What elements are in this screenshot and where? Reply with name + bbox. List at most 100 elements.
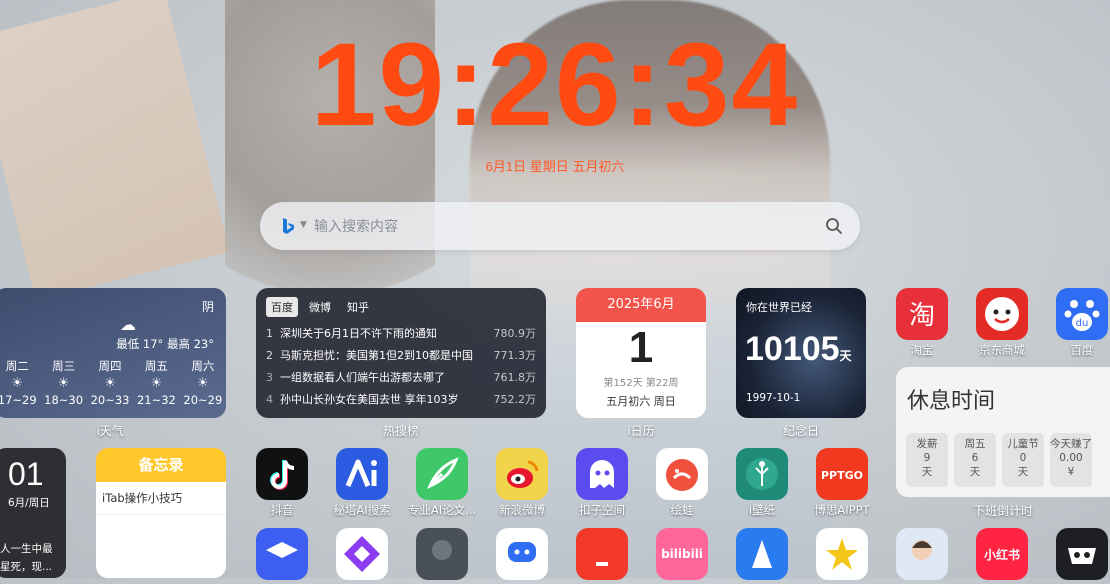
cell-value: 0.00 — [1059, 452, 1083, 464]
tab-weibo[interactable]: 微博 — [304, 297, 336, 317]
day-name: 周五 — [144, 359, 168, 373]
list-item[interactable]: 3 一组数据看人们端午出游都去哪了 761.8万 — [266, 366, 536, 388]
red-app-icon[interactable] — [576, 528, 628, 580]
memo-widget[interactable]: 备忘录 iTab操作小技巧 — [96, 448, 226, 578]
forecast-day: 周三 ☀ 18~30 — [40, 358, 86, 407]
heat-value: 780.9万 — [493, 327, 537, 340]
cell-unit: 天 — [969, 466, 981, 478]
taobao-icon[interactable]: 淘 — [896, 288, 948, 340]
cell-unit: ¥ — [1067, 466, 1075, 478]
anniversary-days: 10105天 — [745, 330, 852, 369]
mini-clock-widget[interactable]: 01 6月/周日 人一生中最 星死，现... — [0, 448, 66, 578]
headline[interactable]: 深圳关于6月1日不许下雨的通知 — [280, 325, 488, 341]
sun-icon: ☀ — [197, 376, 209, 391]
calendar-lunar: 五月初六 周日 — [606, 395, 676, 408]
pptgo-glyph: PPTGO — [821, 469, 863, 482]
rank: 2 — [266, 348, 273, 362]
pptgo-icon[interactable]: PPTGO — [816, 448, 868, 500]
sun-icon: ☀ — [150, 376, 163, 391]
mini-hour: 01 — [8, 456, 44, 492]
bilibili-glyph: bilibili — [661, 547, 703, 561]
days-unit: 天 — [839, 349, 852, 363]
cell-value: 0 — [1019, 452, 1027, 464]
cell-unit: 天 — [921, 466, 933, 478]
app-label: 抖音 — [270, 503, 294, 517]
xiaohongshu-icon[interactable]: 小红书 — [976, 528, 1028, 580]
paper-ai-icon[interactable] — [416, 448, 468, 500]
list-item[interactable]: 2 马斯克担忧：美国第1但2到10都是中国 771.3万 — [266, 344, 536, 366]
cell-title: 发薪 — [916, 438, 938, 450]
cell-value: 6 — [971, 452, 979, 464]
heat-value: 771.3万 — [493, 349, 537, 362]
avatar-app-icon[interactable] — [896, 528, 948, 580]
weather-condition: 阴 — [201, 300, 214, 314]
cell-title: 儿童节 — [1007, 438, 1039, 450]
app-label: 博思AIPPT — [814, 503, 870, 517]
app-label: 扣子空间 — [579, 503, 625, 517]
countdown-cell: 周五 6 天 — [954, 433, 996, 487]
sun-icon: ☀ — [57, 376, 70, 391]
anniversary-title: 你在世界已经 — [746, 301, 812, 314]
star-app-icon[interactable] — [816, 528, 868, 580]
search-input[interactable] — [312, 212, 816, 242]
memo-item[interactable]: iTab操作小技巧 — [96, 482, 226, 515]
forecast-day: 周五 ☀ 21~32 — [133, 358, 179, 407]
headline[interactable]: 孙中山长孙女在美国去世 享年103岁 — [280, 391, 488, 407]
heat-value: 761.8万 — [493, 371, 537, 384]
list-item[interactable]: 1 深圳关于6月1日不许下雨的通知 780.9万 — [266, 322, 536, 344]
bilibili-icon[interactable]: bilibili — [656, 528, 708, 580]
douyin-icon[interactable] — [256, 448, 308, 500]
diamond-app-icon[interactable] — [336, 528, 388, 580]
days-count: 10105 — [745, 330, 840, 368]
app-label: 秘塔AI搜索 — [333, 503, 391, 517]
photo-app-icon[interactable] — [416, 528, 468, 580]
rest-countdown-widget[interactable]: 休息时间 发薪 9 天 周五 6 天 儿童节 0 天 今天赚了 0.00 ¥ — [896, 367, 1110, 497]
baidu-glyph: du — [1076, 318, 1089, 329]
day-temp: 20~33 — [90, 393, 130, 407]
day-name: 周六 — [191, 359, 215, 373]
cell-title: 周五 — [964, 438, 986, 450]
weibo-icon[interactable] — [496, 448, 548, 500]
coze-icon[interactable] — [576, 448, 628, 500]
anniversary-widget[interactable]: 你在世界已经 10105天 1997-10-1 — [736, 288, 866, 418]
chat-ai-icon[interactable] — [496, 528, 548, 580]
clock-time: 19:26:34 — [310, 19, 800, 151]
raccoon-app-icon[interactable] — [1056, 528, 1108, 580]
metaso-icon[interactable] — [336, 448, 388, 500]
forecast-day: 周六 ☀ 20~29 — [180, 358, 226, 407]
rank: 4 — [266, 392, 273, 406]
headline[interactable]: 一组数据看人们端午出游都去哪了 — [280, 369, 488, 385]
cell-unit: 天 — [1017, 466, 1029, 478]
bing-icon[interactable] — [278, 216, 298, 236]
weather-label: i天气 — [96, 424, 124, 438]
weather-widget[interactable]: 阴 ☁ 最低 17° 最高 23° 周二 ☀ 17~29 周三 ☀ 18~30 周四 ☀ 2… — [0, 288, 226, 418]
wallpaper-app-icon[interactable] — [736, 448, 788, 500]
tab-baidu[interactable]: 百度 — [266, 297, 298, 317]
countdown-cell: 发薪 9 天 — [906, 433, 948, 487]
bird-app-icon[interactable] — [736, 528, 788, 580]
app-label: 新浪微博 — [499, 503, 545, 517]
tab-zhihu[interactable]: 知乎 — [342, 297, 374, 317]
weather-range: 最低 17° 最高 23° — [116, 337, 214, 351]
graduation-cap-icon[interactable] — [256, 528, 308, 580]
app-label: i壁纸 — [748, 503, 776, 517]
sun-icon: ☀ — [104, 376, 116, 391]
calendar-week: 第152天 第22周 — [603, 378, 679, 389]
jd-icon[interactable] — [976, 288, 1028, 340]
anniversary-date: 1997-10-1 — [746, 392, 801, 404]
baidu-icon[interactable]: du — [1056, 288, 1108, 340]
calendar-label: i日历 — [627, 424, 655, 438]
chevron-down-icon[interactable]: ▼ — [300, 220, 307, 230]
hot-search-widget[interactable]: 百度 微博 知乎 1 深圳关于6月1日不许下雨的通知 780.9万 2 马斯克担忧：美… — [256, 288, 546, 418]
cloud-icon: ☁ — [120, 315, 136, 334]
list-item[interactable]: 4 孙中山长孙女在美国去世 享年103岁 752.2万 — [266, 388, 536, 410]
calendar-widget[interactable]: 2025年6月 1 第152天 第22周 五月初六 周日 — [576, 288, 706, 418]
huiwa-icon[interactable] — [656, 448, 708, 500]
search-icon[interactable] — [824, 216, 844, 236]
countdown-cell: 今天赚了 0.00 ¥ — [1050, 433, 1092, 487]
xhs-glyph: 小红书 — [984, 547, 1020, 562]
search-bar[interactable]: ▼ — [260, 202, 860, 250]
headline[interactable]: 马斯克担忧：美国第1但2到10都是中国 — [280, 347, 488, 363]
day-name: 周三 — [52, 359, 76, 373]
app-label: 淘宝 — [910, 343, 934, 357]
